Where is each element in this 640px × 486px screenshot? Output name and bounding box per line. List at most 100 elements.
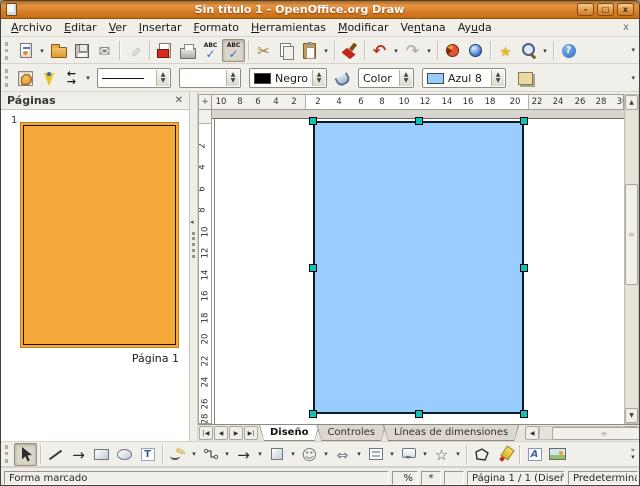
gallery-button[interactable] (494, 39, 517, 62)
lines-arrows-dropdown-icon[interactable]: ▾ (255, 443, 265, 466)
callouts-dropdown-icon[interactable]: ▾ (420, 443, 430, 466)
open-button[interactable] (47, 39, 70, 62)
line-color-select[interactable]: Negro▲▼ (249, 68, 327, 88)
lines-arrows-button[interactable] (232, 443, 255, 466)
selection-handle[interactable] (520, 410, 528, 418)
selection-handle[interactable] (309, 117, 317, 125)
maximize-button[interactable]: □ (597, 3, 614, 16)
menu-ver[interactable]: Ver (103, 20, 133, 35)
tab-lineas-de-dimensiones[interactable]: Líneas de dimensiones (383, 425, 519, 441)
toolbar-overflow-icon[interactable]: ▾ (631, 75, 637, 82)
curve-tool-button[interactable] (166, 443, 189, 466)
navigator-button[interactable] (464, 39, 487, 62)
edit-file-button[interactable] (123, 39, 146, 62)
undo-button[interactable] (368, 39, 391, 62)
print-button[interactable] (176, 39, 199, 62)
toolbar-grip[interactable] (5, 445, 10, 463)
menu-archivo[interactable]: Archivo (5, 20, 58, 35)
vertical-scrollbar-thumb[interactable]: ≡ (625, 184, 638, 285)
connector-tool-button[interactable] (199, 443, 222, 466)
glue-points-button[interactable] (37, 67, 60, 90)
page-thumbnail[interactable] (20, 122, 179, 348)
help-button[interactable] (557, 39, 580, 62)
scroll-left-icon[interactable]: ◀ (525, 426, 539, 440)
menu-insertar[interactable]: Insertar (133, 20, 188, 35)
shadow-button[interactable] (514, 67, 537, 90)
selection-handle[interactable] (309, 410, 317, 418)
status-page[interactable]: Página 1 / 1 (Diseño) (467, 471, 565, 485)
drawing-canvas[interactable] (212, 110, 624, 424)
tab-controles[interactable]: Controles (316, 425, 386, 441)
flowchart-dropdown-icon[interactable]: ▾ (387, 443, 397, 466)
fill-color-select[interactable]: Azul 8▲▼ (422, 68, 506, 88)
splitter-handle[interactable] (192, 232, 195, 258)
callouts-button[interactable] (397, 443, 420, 466)
minimize-button[interactable]: – (577, 3, 594, 16)
close-button[interactable]: x (617, 3, 634, 16)
email-button[interactable] (93, 39, 116, 62)
menu-herramientas[interactable]: Herramientas (245, 20, 332, 35)
new-dropdown-icon[interactable]: ▾ (37, 39, 47, 62)
fill-type-select[interactable]: Color▲▼ (358, 68, 414, 88)
zoom-dropdown-icon[interactable]: ▾ (540, 39, 550, 62)
horizontal-scrollbar-thumb[interactable]: ≡ (552, 427, 640, 440)
arrow-style-button[interactable] (60, 67, 83, 90)
stars-dropdown-icon[interactable]: ▾ (453, 443, 463, 466)
ellipse-tool-button[interactable] (113, 443, 136, 466)
selection-handle[interactable] (415, 410, 423, 418)
copy-button[interactable] (275, 39, 298, 62)
selection-handle[interactable] (309, 264, 317, 272)
status-style[interactable]: Predeterminado (568, 471, 638, 485)
ruler-origin-box[interactable]: + (198, 94, 212, 110)
spellcheck-button[interactable] (199, 39, 222, 62)
splitter-collapse-icon[interactable]: ◂ (190, 218, 194, 226)
spinner-icon[interactable]: ▲▼ (399, 70, 412, 86)
menu-formato[interactable]: Formato (188, 20, 246, 35)
previous-page-icon[interactable]: ◀ (214, 426, 228, 440)
first-page-icon[interactable]: |◀ (199, 426, 213, 440)
menu-editar[interactable]: Editar (58, 20, 103, 35)
basic-shapes-button[interactable] (265, 443, 288, 466)
auto-spellcheck-button[interactable] (222, 39, 245, 62)
edit-points-tool-button[interactable] (470, 443, 493, 466)
menu-ventana[interactable]: Ventana (394, 20, 451, 35)
selection-handle[interactable] (520, 117, 528, 125)
new-drawing-button[interactable] (14, 39, 37, 62)
redo-dropdown-icon[interactable]: ▾ (424, 39, 434, 62)
toolbar-overflow-icon[interactable]: ▾ (631, 47, 637, 54)
horizontal-scrollbar[interactable]: ≡ (539, 426, 623, 440)
line-width-input[interactable]: ▲▼ (179, 68, 241, 88)
vertical-scrollbar[interactable]: ▲ ≡ ▼ (624, 94, 639, 424)
basic-shapes-dropdown-icon[interactable]: ▾ (288, 443, 298, 466)
redo-button[interactable] (401, 39, 424, 62)
arrow-tool-button[interactable] (67, 443, 90, 466)
symbol-shapes-dropdown-icon[interactable]: ▾ (321, 443, 331, 466)
symbol-shapes-button[interactable] (298, 443, 321, 466)
fontwork-button[interactable] (523, 443, 546, 466)
insert-chart-button[interactable] (441, 39, 464, 62)
spinner-icon[interactable]: ▲▼ (226, 70, 239, 86)
spinner-icon[interactable]: ▲▼ (491, 70, 504, 86)
select-tool-button[interactable] (14, 443, 37, 466)
insert-image-button[interactable] (546, 443, 569, 466)
menu-ayuda[interactable]: Ayuda (452, 20, 498, 35)
connector-dropdown-icon[interactable]: ▾ (222, 443, 232, 466)
selected-shape[interactable] (313, 121, 524, 414)
selection-handle[interactable] (415, 117, 423, 125)
toolbar-overflow-icon[interactable]: »▾ (631, 447, 637, 461)
rectangle-tool-button[interactable] (90, 443, 113, 466)
selection-handle[interactable] (520, 264, 528, 272)
toolbar-grip[interactable] (5, 42, 10, 60)
last-page-icon[interactable]: ▶| (244, 426, 258, 440)
flowchart-button[interactable] (364, 443, 387, 466)
line-tool-button[interactable] (44, 443, 67, 466)
line-style-select[interactable]: ▲▼ (97, 68, 171, 88)
cut-button[interactable] (252, 39, 275, 62)
fill-style-button[interactable] (331, 67, 354, 90)
status-zoom[interactable]: % (392, 471, 418, 485)
scroll-up-icon[interactable]: ▲ (625, 95, 638, 110)
zoom-button[interactable] (517, 39, 540, 62)
tab-diseno[interactable]: Diseño (259, 425, 319, 441)
menu-modificar[interactable]: Modificar (332, 20, 395, 35)
stars-button[interactable] (430, 443, 453, 466)
